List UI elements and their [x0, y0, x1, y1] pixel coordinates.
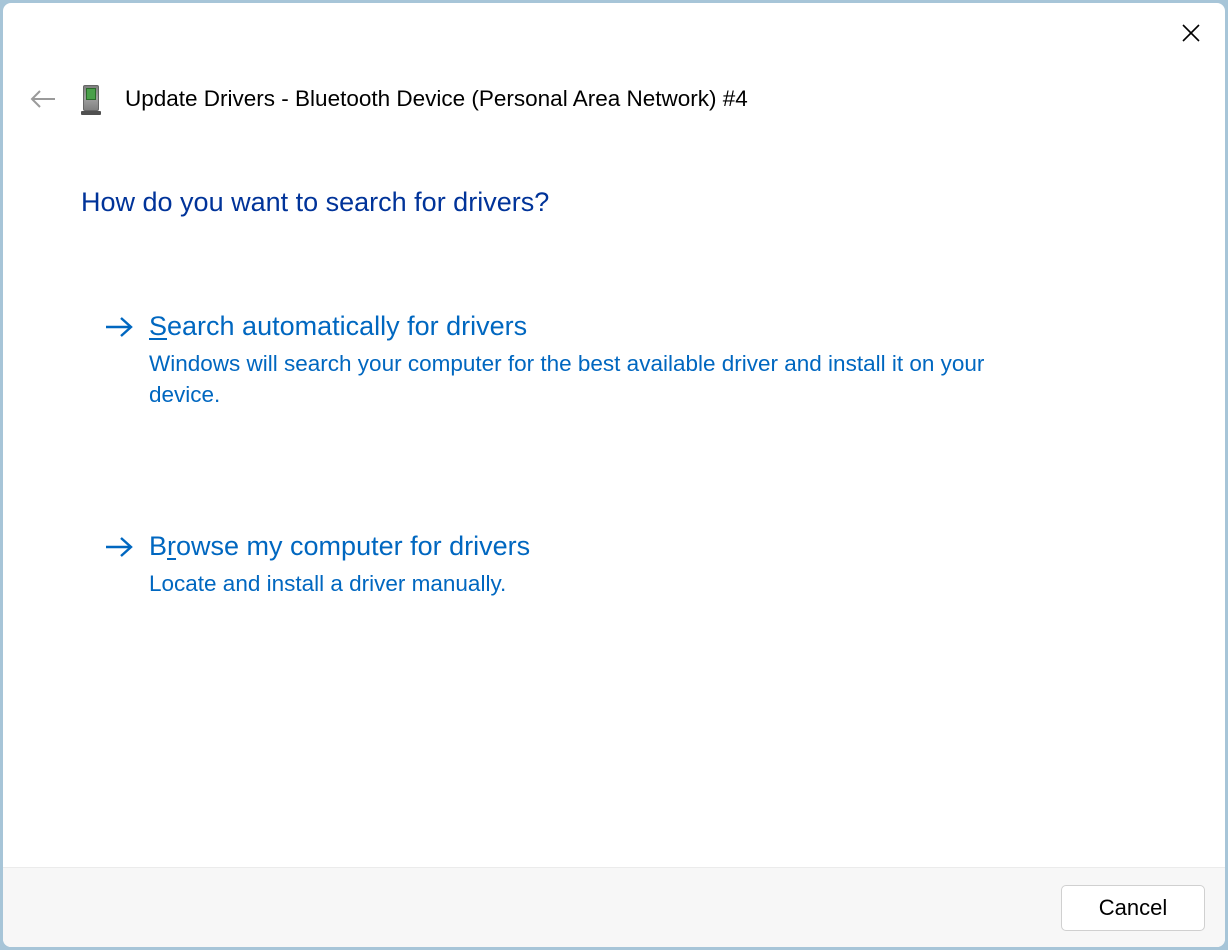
update-drivers-wizard: Update Drivers - Bluetooth Device (Perso…: [3, 3, 1225, 947]
option-description: Locate and install a driver manually.: [149, 568, 530, 599]
close-icon: [1181, 23, 1201, 43]
wizard-content: How do you want to search for drivers? S…: [3, 115, 1225, 867]
option-browse-computer[interactable]: Browse my computer for drivers Locate an…: [103, 530, 1149, 599]
device-icon: [81, 83, 101, 115]
option-text: Search automatically for drivers Windows…: [149, 310, 989, 410]
option-description: Windows will search your computer for th…: [149, 348, 989, 410]
option-title: Search automatically for drivers: [149, 310, 989, 344]
wizard-title: Update Drivers - Bluetooth Device (Perso…: [125, 86, 748, 112]
arrow-right-icon: [103, 532, 135, 562]
close-button[interactable]: [1179, 21, 1203, 45]
wizard-header: Update Drivers - Bluetooth Device (Perso…: [3, 55, 1225, 115]
option-text: Browse my computer for drivers Locate an…: [149, 530, 530, 599]
cancel-button[interactable]: Cancel: [1061, 885, 1205, 931]
wizard-heading: How do you want to search for drivers?: [81, 187, 1149, 218]
titlebar: [3, 3, 1225, 55]
arrow-left-icon: [29, 89, 57, 109]
arrow-right-icon: [103, 312, 135, 342]
back-button[interactable]: [29, 85, 57, 113]
option-search-automatically[interactable]: Search automatically for drivers Windows…: [103, 310, 1149, 410]
wizard-footer: Cancel: [3, 867, 1225, 947]
option-title: Browse my computer for drivers: [149, 530, 530, 564]
